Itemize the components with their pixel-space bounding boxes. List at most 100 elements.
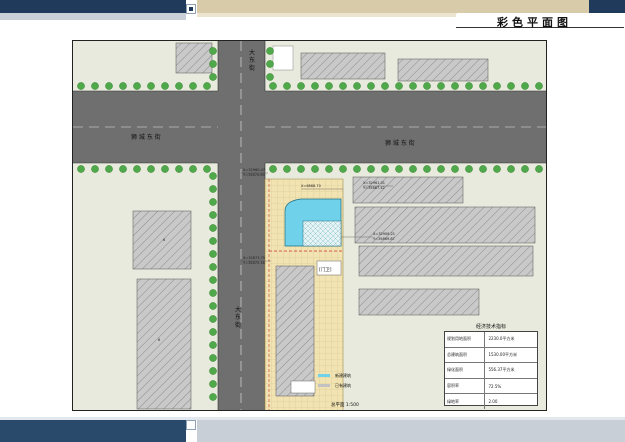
tree-icon: [161, 165, 169, 173]
tree-icon: [209, 60, 217, 68]
tree-icon: [311, 82, 319, 90]
table-row: 绿化面积 556.37平方米: [445, 363, 537, 379]
header-left-sub-bar: [0, 13, 186, 20]
tree-icon: [465, 82, 473, 90]
tree-icon: [209, 73, 217, 81]
tree-icon: [175, 165, 183, 173]
tree-icon: [507, 165, 515, 173]
svg-text:Y=35870.85: Y=35870.85: [243, 173, 265, 177]
tree-icon: [133, 82, 141, 90]
tree-icon: [189, 82, 197, 90]
tree-icon: [283, 82, 291, 90]
tree-icon: [521, 82, 529, 90]
legend-swatch-existing: [318, 384, 330, 387]
tree-icon: [161, 82, 169, 90]
tree-icon: [409, 165, 417, 173]
tree-icon: [91, 82, 99, 90]
table-row: 规划用地面积 2230.0平方米: [445, 332, 537, 348]
footer-square-icon: [186, 420, 196, 430]
svg-text:Y=35870.18: Y=35870.18: [243, 261, 265, 265]
header-right-bar: [589, 0, 625, 13]
tree-icon: [203, 165, 211, 173]
tree-icon: [381, 82, 389, 90]
header-square-icon: [186, 4, 196, 14]
header-middle-sub-bar: [197, 13, 457, 17]
road-label-right: 狮 城 东 街: [385, 139, 415, 147]
svg-text:6: 6: [163, 238, 165, 242]
tree-icon: [493, 82, 501, 90]
tree-icon: [353, 165, 361, 173]
svg-text:X=32873.75: X=32873.75: [243, 256, 265, 260]
tree-icon: [381, 165, 389, 173]
tree-icon: [91, 165, 99, 173]
tree-icon: [209, 250, 217, 258]
tree-icon: [437, 82, 445, 90]
footer-left-bar: [0, 420, 186, 442]
tree-icon: [119, 165, 127, 173]
tree-icon: [209, 172, 217, 180]
tree-icon: [209, 237, 217, 245]
svg-text:X=6868.70: X=6868.70: [301, 184, 321, 188]
tree-icon: [395, 82, 403, 90]
road-label-left: 狮 城 东 街: [131, 133, 161, 141]
tree-icon: [423, 165, 431, 173]
tree-icon: [339, 165, 347, 173]
tree-icon: [209, 354, 217, 362]
svg-text:X=32961.01: X=32961.01: [363, 181, 385, 185]
tree-icon: [175, 82, 183, 90]
tree-icon: [209, 302, 217, 310]
svg-text:Y=35867.42: Y=35867.42: [363, 186, 385, 190]
tree-icon: [325, 165, 333, 173]
title-box: 彩色平面图: [456, 14, 624, 29]
svg-text:Y=35869.87: Y=35869.87: [373, 237, 395, 241]
tree-icon: [209, 393, 217, 401]
tree-icon: [209, 380, 217, 388]
legend-swatch-new: [318, 374, 330, 377]
tree-icon: [147, 82, 155, 90]
scale-label: 总平面 1:500: [331, 401, 359, 408]
page-title: 彩色平面图: [497, 16, 572, 29]
tree-icon: [105, 82, 113, 90]
tree-icon: [189, 165, 197, 173]
tree-icon: [521, 165, 529, 173]
tree-icon: [325, 82, 333, 90]
tree-icon: [209, 367, 217, 375]
tree-icon: [311, 165, 319, 173]
road-label-vertical: 大 东 街: [248, 48, 255, 72]
tree-icon: [283, 165, 291, 173]
tree-icon: [297, 82, 305, 90]
header-middle-bar: [197, 0, 589, 13]
tree-icon: [367, 82, 375, 90]
tree-icon: [479, 165, 487, 173]
svg-text:X=32960.47: X=32960.47: [243, 168, 265, 172]
tree-icon: [209, 276, 217, 284]
tree-icon: [507, 82, 515, 90]
gate-label: [门卫]: [319, 266, 332, 273]
tree-icon: [119, 82, 127, 90]
tree-icon: [77, 165, 85, 173]
tree-icon: [105, 165, 113, 173]
tree-icon: [266, 73, 274, 81]
table-row: 总建筑面积 1530.00平方米: [445, 347, 537, 364]
tech-table-title: 经济技术指标: [475, 324, 506, 330]
header-left-bar: [0, 0, 186, 13]
tree-icon: [465, 165, 473, 173]
tree-icon: [395, 165, 403, 173]
svg-text:X=32906.21: X=32906.21: [373, 232, 395, 236]
legend-label-new: 新建建筑: [335, 372, 351, 378]
tree-icon: [209, 224, 217, 232]
tree-icon: [339, 82, 347, 90]
footer-middle-bar: [197, 420, 625, 442]
tree-icon: [367, 165, 375, 173]
tree-icon: [77, 82, 85, 90]
table-row: 绿地率 2.00: [445, 394, 537, 409]
tree-icon: [209, 185, 217, 193]
tree-icon: [451, 165, 459, 173]
tree-icon: [209, 211, 217, 219]
tree-icon: [133, 165, 141, 173]
tree-icon: [209, 289, 217, 297]
road-label-vertical-lower: 大 东 街: [234, 305, 241, 329]
tree-icon: [147, 165, 155, 173]
tree-icon: [209, 263, 217, 271]
tree-icon: [479, 82, 487, 90]
